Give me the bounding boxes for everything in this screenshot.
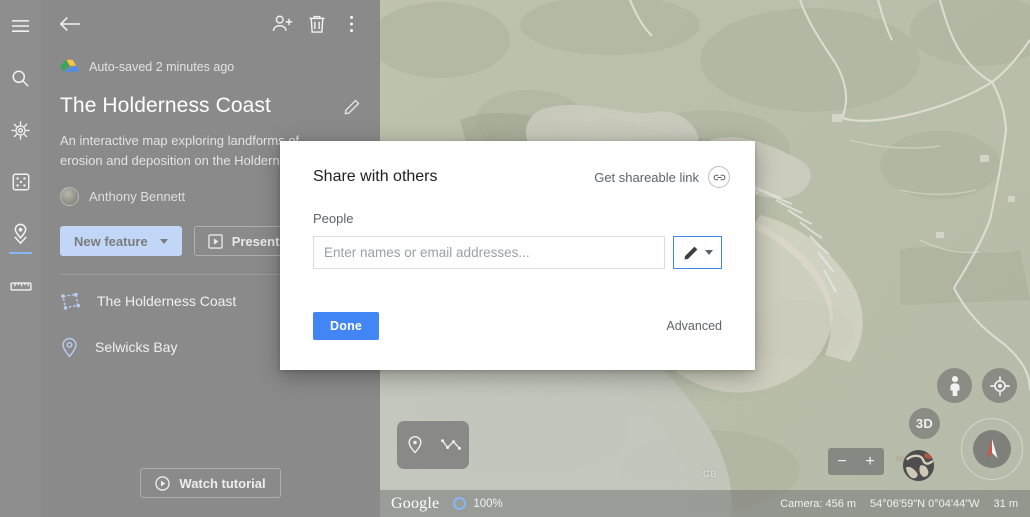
- link-icon: [708, 166, 730, 188]
- chevron-down-icon: [705, 250, 713, 255]
- dialog-title: Share with others: [313, 168, 438, 186]
- dialog-header: Share with others Get shareable link: [280, 141, 755, 188]
- share-recipients-input[interactable]: [313, 236, 665, 269]
- google-earth-app: GB − +: [0, 0, 1030, 517]
- permission-selector-button[interactable]: [673, 236, 722, 269]
- done-button[interactable]: Done: [313, 312, 379, 340]
- share-input-row: [280, 226, 755, 269]
- get-shareable-link-button[interactable]: Get shareable link: [594, 166, 730, 188]
- advanced-link[interactable]: Advanced: [666, 319, 722, 333]
- people-label: People: [280, 188, 755, 226]
- share-dialog: Share with others Get shareable link Peo…: [280, 141, 755, 370]
- pencil-icon: [683, 244, 700, 261]
- dialog-footer: Done Advanced: [280, 269, 755, 340]
- get-shareable-link-label: Get shareable link: [594, 170, 699, 185]
